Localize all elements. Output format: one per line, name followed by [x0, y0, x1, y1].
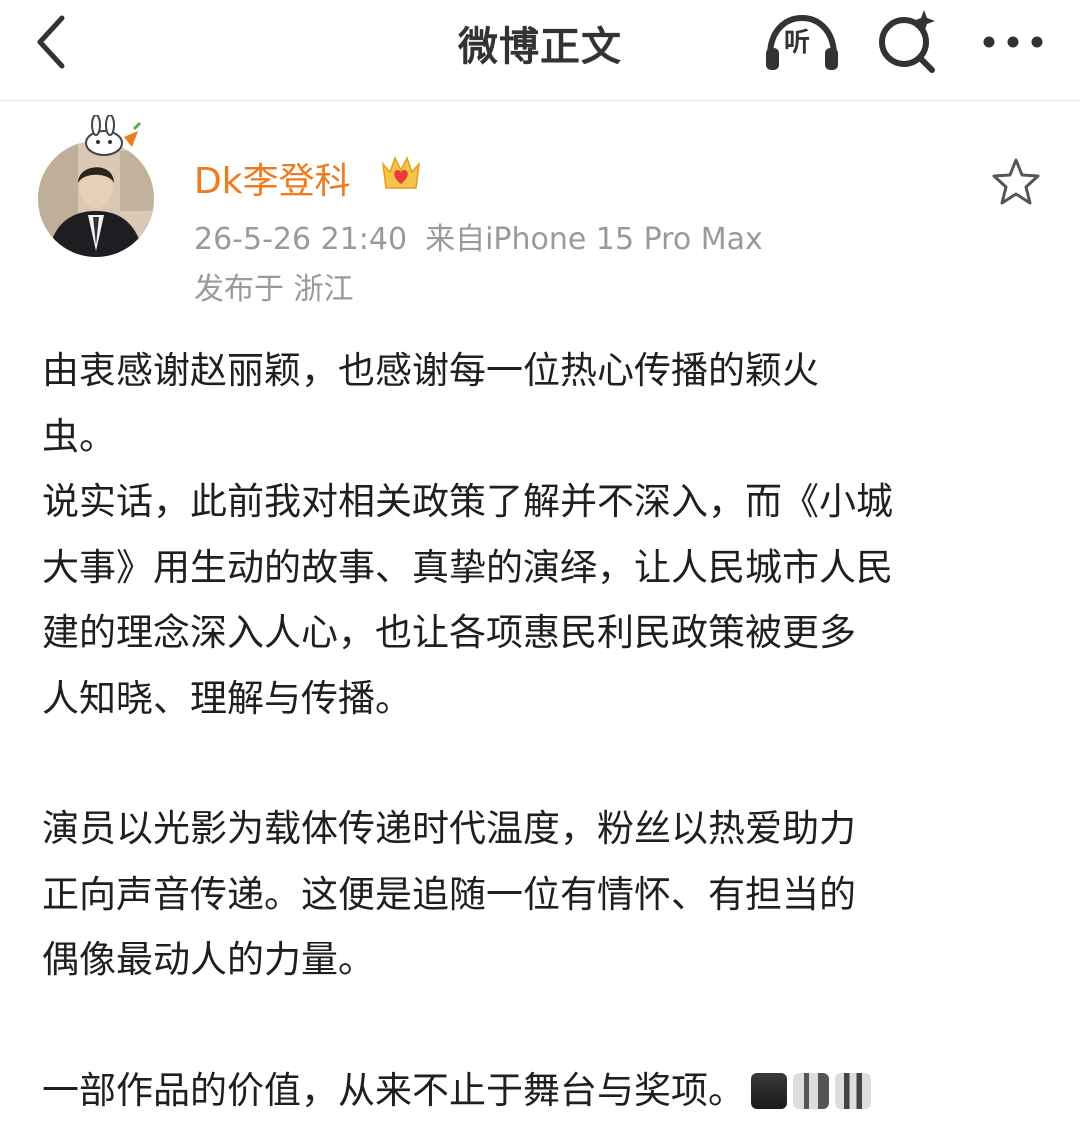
text-line: 由衷感谢赵丽颖，也感谢每一位热心传播的颖火 — [42, 338, 1042, 404]
emoji-image-icon — [751, 1073, 787, 1109]
post-location: 发布于 浙江 — [194, 264, 354, 308]
post-paragraph: 一部作品的价值，从来不止于舞台与奖项。 — [42, 1058, 1042, 1123]
emoji-image-icon — [835, 1073, 871, 1109]
rabbit-pendant-icon — [66, 115, 146, 157]
post-paragraph: 由衷感谢赵丽颖，也感谢每一位热心传播的颖火 虫。 说实话，此前我对相关政策了解并… — [42, 338, 1042, 731]
post-paragraph: 演员以光影为载体传递时代温度，粉丝以热爱助力 正向声音传递。这便是追随一位有情怀… — [42, 796, 1042, 993]
text-line: 建的理念深入人心，也让各项惠民利民政策被更多 — [42, 600, 1042, 666]
emoji-image-icon — [793, 1073, 829, 1109]
text-content: 一部作品的价值，从来不止于舞台与奖项。 — [42, 1069, 745, 1112]
text-line: 人知晓、理解与传播。 — [42, 666, 1042, 732]
more-options-button[interactable] — [975, 12, 1055, 72]
author-name[interactable]: Dk李登科 — [194, 152, 351, 204]
text-line: 偶像最动人的力量。 — [42, 927, 1042, 993]
text-line: 说实话，此前我对相关政策了解并不深入，而《小城 — [42, 469, 1042, 535]
inline-emoji-group — [751, 1073, 871, 1109]
text-line: 虫。 — [42, 404, 1042, 470]
top-nav-bar: 微博正文 听 — [0, 0, 1080, 101]
text-line: 大事》用生动的故事、真挚的演绎，让人民城市人民 — [42, 535, 1042, 601]
search-button[interactable] — [872, 6, 942, 76]
text-line: 正向声音传递。这便是追随一位有情怀、有担当的 — [42, 862, 1042, 928]
text-line: 演员以光影为载体传递时代温度，粉丝以热爱助力 — [42, 796, 1042, 862]
favorite-button[interactable] — [990, 156, 1042, 208]
star-outline-icon — [990, 156, 1042, 208]
listen-button[interactable]: 听 — [762, 8, 842, 78]
listen-label: 听 — [784, 22, 810, 59]
search-sparkle-icon — [872, 6, 942, 76]
post-source: 来自iPhone 15 Pro Max — [425, 222, 763, 257]
post-meta: 26-5-26 21:40 来自iPhone 15 Pro Max — [194, 214, 763, 258]
more-dots-icon — [975, 12, 1055, 72]
text-line: 一部作品的价值，从来不止于舞台与奖项。 — [42, 1058, 1042, 1123]
avatar[interactable] — [38, 141, 154, 257]
crown-heart-icon[interactable] — [378, 150, 424, 194]
author-avatar-container[interactable] — [38, 115, 158, 260]
post-body: 由衷感谢赵丽颖，也感谢每一位热心传播的颖火 虫。 说实话，此前我对相关政策了解并… — [42, 338, 1042, 1123]
post-time: 26-5-26 21:40 — [194, 222, 407, 257]
